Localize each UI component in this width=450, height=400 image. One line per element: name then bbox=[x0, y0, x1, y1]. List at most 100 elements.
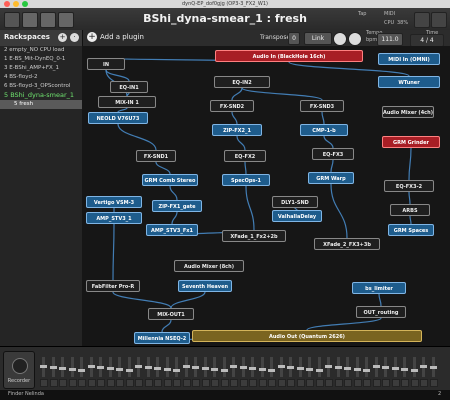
channel-fader[interactable] bbox=[116, 357, 123, 377]
wire-fx-snd2-zip-fx2[interactable] bbox=[231, 111, 238, 125]
channel-slot[interactable] bbox=[135, 379, 143, 387]
plugin-node-xfade1[interactable]: XFade_1_Fx2+2b bbox=[222, 230, 286, 242]
plugin-node-fx-snd1[interactable]: FX-SND1 bbox=[136, 150, 176, 162]
plugin-node-eq-in1[interactable]: EQ-IN1 bbox=[110, 81, 148, 93]
wire-grm-comb-zip-fx1[interactable] bbox=[169, 185, 178, 201]
fader-knob[interactable] bbox=[429, 366, 437, 369]
plugin-node-xfade2[interactable]: XFade_2_FX3+3b bbox=[314, 238, 380, 250]
channel-fader[interactable] bbox=[353, 357, 361, 377]
channel-fader[interactable] bbox=[372, 357, 380, 377]
channel-fader[interactable] bbox=[211, 357, 218, 377]
fader-knob[interactable] bbox=[49, 366, 57, 369]
record-button[interactable] bbox=[12, 358, 28, 374]
channel-slot[interactable] bbox=[306, 379, 314, 387]
plugin-node-millennia[interactable]: Millennia NSEQ-2 bbox=[134, 332, 190, 344]
fader-knob[interactable] bbox=[220, 369, 228, 372]
channel-fader[interactable] bbox=[401, 357, 408, 377]
wiring-canvas[interactable]: IN Audio In (BlackHole 16ch) MIDI In (OM… bbox=[82, 46, 450, 346]
fader-knob[interactable] bbox=[363, 369, 370, 372]
channel-slot[interactable] bbox=[125, 379, 134, 387]
channel-fader[interactable] bbox=[334, 357, 342, 377]
plugin-node-grm-grinder[interactable]: GRM Grinder bbox=[382, 136, 440, 148]
plugin-node-audio-in[interactable]: Audio In (BlackHole 16ch) bbox=[215, 50, 363, 62]
channel-slot[interactable] bbox=[391, 379, 400, 387]
wire-fx-snd1-grm-comb[interactable] bbox=[155, 161, 171, 175]
rackspace-item-selected[interactable]: 5 BShi_dyna-smear_1 bbox=[0, 91, 82, 100]
channel-slot[interactable] bbox=[59, 379, 67, 387]
channel-fader[interactable] bbox=[420, 357, 427, 377]
channel-fader[interactable] bbox=[201, 357, 209, 377]
tempo-input[interactable]: 111.0 bbox=[377, 33, 403, 46]
channel-fader[interactable] bbox=[97, 357, 104, 377]
plugin-node-out-routing[interactable]: OUT_routing bbox=[356, 306, 406, 318]
channel-fader[interactable] bbox=[220, 357, 228, 377]
channel-fader[interactable] bbox=[87, 357, 95, 377]
fader-knob[interactable] bbox=[125, 369, 133, 372]
fader-knob[interactable] bbox=[382, 366, 389, 369]
panels-icon[interactable] bbox=[40, 12, 56, 28]
channel-slot[interactable] bbox=[182, 379, 191, 387]
channel-fader[interactable] bbox=[296, 357, 304, 377]
fader-knob[interactable] bbox=[163, 368, 171, 371]
channel-slot[interactable] bbox=[87, 379, 96, 387]
fader-knob[interactable] bbox=[87, 365, 95, 368]
fader-knob[interactable] bbox=[344, 367, 351, 370]
wire-in-eq-in1[interactable] bbox=[105, 69, 130, 82]
wire-eq-fx2-specops[interactable] bbox=[244, 161, 247, 175]
channel-fader[interactable] bbox=[154, 357, 161, 377]
channel-slot[interactable] bbox=[249, 379, 257, 387]
plugin-node-specops[interactable]: SpecOps-1 bbox=[222, 174, 270, 186]
channel-slot[interactable] bbox=[287, 379, 295, 387]
plugin-node-grm-warp[interactable]: GRM Warp bbox=[308, 172, 354, 184]
play-icon[interactable] bbox=[333, 32, 347, 46]
fader-knob[interactable] bbox=[230, 365, 237, 368]
plugin-node-audio-mixer-8ch[interactable]: Audio Mixer (8ch) bbox=[174, 260, 244, 272]
channel-fader[interactable] bbox=[429, 357, 437, 377]
wire-neold-fx-snd1[interactable] bbox=[117, 123, 157, 151]
fader-knob[interactable] bbox=[420, 365, 427, 368]
channel-slot[interactable] bbox=[296, 379, 305, 387]
plugin-node-wtuner[interactable]: WTuner bbox=[378, 76, 440, 88]
fader-knob[interactable] bbox=[135, 365, 142, 368]
channel-fader[interactable] bbox=[287, 357, 294, 377]
add-plugin-button[interactable]: + Add a plugin bbox=[87, 32, 144, 42]
fader-knob[interactable] bbox=[97, 366, 104, 369]
rackspace-item[interactable]: 2 empty_NO CPU load bbox=[0, 46, 82, 55]
fader-knob[interactable] bbox=[268, 369, 275, 372]
fader-knob[interactable] bbox=[372, 365, 380, 368]
channel-fader[interactable] bbox=[277, 357, 285, 377]
fader-knob[interactable] bbox=[192, 366, 199, 369]
wire-specops-xfade1[interactable] bbox=[245, 185, 255, 231]
channel-slot[interactable] bbox=[154, 379, 162, 387]
wire-grm-warp-xfade2[interactable] bbox=[330, 183, 348, 239]
fader-knob[interactable] bbox=[68, 368, 76, 371]
learn-button[interactable] bbox=[414, 12, 430, 28]
plugin-node-fx-snd3[interactable]: FX-SND3 bbox=[300, 100, 344, 112]
channel-fader[interactable] bbox=[163, 357, 171, 377]
channel-fader[interactable] bbox=[59, 357, 66, 377]
rackspace-item[interactable]: 6 BS-floyd-3_OPScontrol bbox=[0, 82, 82, 91]
fader-knob[interactable] bbox=[353, 368, 361, 371]
fader-knob[interactable] bbox=[258, 368, 266, 371]
wiring-icon[interactable] bbox=[58, 12, 74, 28]
rackspace-item[interactable]: 4 BS-floyd-2 bbox=[0, 73, 82, 82]
channel-fader[interactable] bbox=[382, 357, 389, 377]
transpose-input[interactable]: 0 bbox=[288, 32, 300, 45]
plugin-node-in[interactable]: IN bbox=[87, 58, 125, 70]
setlist-icon[interactable] bbox=[22, 12, 38, 28]
wire-zip-fx1-amp-stv3-fx1[interactable] bbox=[171, 211, 178, 225]
fader-knob[interactable] bbox=[154, 367, 161, 370]
plugin-node-zip-fx1[interactable]: ZIP-FX1_gate bbox=[152, 200, 202, 212]
channel-slot[interactable] bbox=[68, 379, 77, 387]
plugin-node-valhalla[interactable]: ValhallaDelay bbox=[272, 210, 322, 222]
plugin-node-eq-fx3-2[interactable]: EQ-FX3-2 bbox=[384, 180, 434, 192]
wire-mix-out1-millennia[interactable] bbox=[161, 319, 172, 333]
fader-knob[interactable] bbox=[296, 367, 304, 370]
plugin-node-grm-spaces[interactable]: GRM Spaces bbox=[388, 224, 434, 236]
variation-item[interactable]: 5 fresh bbox=[0, 100, 82, 109]
channel-slot[interactable] bbox=[372, 379, 381, 387]
channel-slot[interactable] bbox=[78, 379, 86, 387]
channel-slot[interactable] bbox=[353, 379, 362, 387]
plugin-node-fabfilter[interactable]: FabFilter Pro-R bbox=[86, 280, 140, 292]
fader-knob[interactable] bbox=[211, 368, 218, 371]
